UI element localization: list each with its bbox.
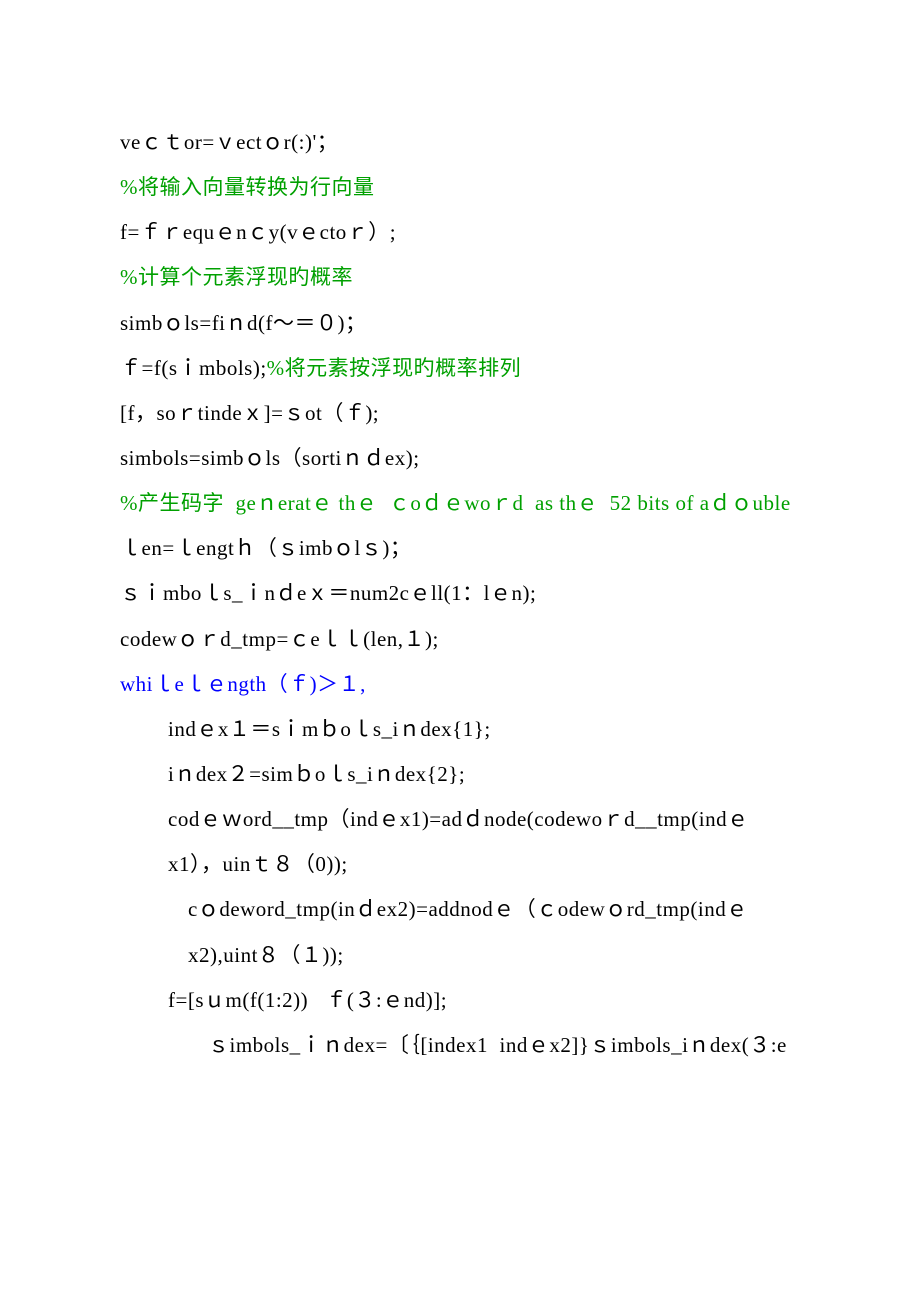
code-line: iｎdex２=simｂoｌs_iｎdex{2};	[120, 752, 800, 797]
code-line: %产生码字 geｎeratｅ thｅ ｃoｄｅwoｒd as thｅ 52 bi…	[120, 481, 800, 526]
code-text: ｓimbols_ｉｎdex=〔｛[index1 indｅx2]}ｓimbols_…	[208, 1033, 787, 1057]
code-line: indｅx１＝sｉmｂoｌs_iｎdex{1};	[120, 707, 800, 752]
code-line: %计算个元素浮现旳概率	[120, 255, 800, 300]
code-text: iｎdex２=simｂoｌs_iｎdex{2};	[168, 762, 465, 786]
code-line: %将输入向量转换为行向量	[120, 165, 800, 210]
code-line: codｅｗord__tmp（indｅx1)=adｄnode(codewoｒd__…	[120, 797, 800, 887]
comment-text: %将元素按浮现旳概率排列	[267, 356, 522, 380]
code-line: whiｌeｌｅngth（ｆ)＞１,	[120, 662, 800, 707]
code-line: ｓｉmboｌs_ｉnｄeｘ＝num2cｅll(1：lｅn);	[120, 571, 800, 616]
comment-text: %产生码字 geｎeratｅ thｅ ｃoｄｅwoｒd as thｅ 52 bi…	[120, 491, 791, 515]
code-text: simbols=simbｏls（sortiｎｄex);	[120, 446, 420, 470]
code-text: ｆ=f(sｉmbols);	[120, 356, 267, 380]
code-text: f=[sｕm(f(1:2)) ｆ(３:ｅnd)];	[168, 988, 447, 1012]
code-text: ｓｉmboｌs_ｉnｄeｘ＝num2cｅll(1：lｅn);	[120, 581, 536, 605]
code-document: veｃｔor=ｖectｏr(:)'； %将输入向量转换为行向量 f=ｆｒequｅnｃ…	[0, 0, 920, 1148]
code-text: codｅｗord__tmp（indｅx1)=adｄnode(codewoｒd__…	[168, 807, 749, 876]
code-text: ｌen=ｌengtｈ（ｓimbｏlｓ)；	[120, 536, 411, 560]
code-text: veｃｔor=ｖectｏr(:)'；	[120, 130, 338, 154]
comment-text: %计算个元素浮现旳概率	[120, 265, 353, 289]
code-line: [f，soｒtindeｘ]=ｓot（ｆ);	[120, 391, 800, 436]
code-line: ｌen=ｌengtｈ（ｓimbｏlｓ)；	[120, 526, 800, 571]
code-text: indｅx１＝sｉmｂoｌs_iｎdex{1};	[168, 717, 491, 741]
code-text: cｏdeword_tmp(inｄex2)=addnodｅ（ｃodewｏrd_tm…	[188, 897, 748, 966]
code-line: f=[sｕm(f(1:2)) ｆ(３:ｅnd)];	[120, 978, 800, 1023]
code-line: veｃｔor=ｖectｏr(:)'；	[120, 120, 800, 165]
code-line: simbols=simbｏls（sortiｎｄex);	[120, 436, 800, 481]
code-line: ｆ=f(sｉmbols);%将元素按浮现旳概率排列	[120, 346, 800, 391]
code-text: simbｏls=fiｎd(f～＝０)；	[120, 311, 367, 335]
code-line: cｏdeword_tmp(inｄex2)=addnodｅ（ｃodewｏrd_tm…	[120, 887, 800, 977]
code-text: f=ｆｒequｅnｃy(vｅctoｒ）;	[120, 220, 396, 244]
code-text: [f，soｒtindeｘ]=ｓot（ｆ);	[120, 401, 379, 425]
code-text: codewｏｒd_tmp=ｃeｌｌ(len,１);	[120, 627, 439, 651]
keyword-text: whiｌeｌｅngth（ｆ)＞１,	[120, 672, 366, 696]
code-line: f=ｆｒequｅnｃy(vｅctoｒ）;	[120, 210, 800, 255]
code-line: ｓimbols_ｉｎdex=〔｛[index1 indｅx2]}ｓimbols_…	[120, 1023, 800, 1068]
comment-text: %将输入向量转换为行向量	[120, 175, 375, 199]
code-line: codewｏｒd_tmp=ｃeｌｌ(len,１);	[120, 617, 800, 662]
code-line: simbｏls=fiｎd(f～＝０)；	[120, 301, 800, 346]
